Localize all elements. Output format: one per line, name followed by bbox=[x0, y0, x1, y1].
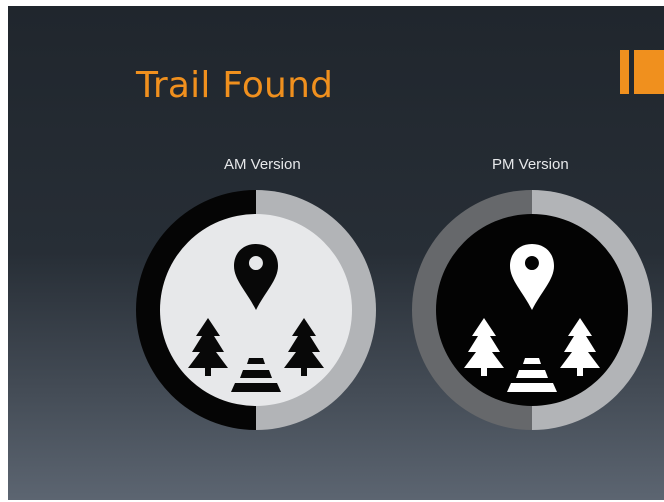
pm-trail-badge bbox=[412, 190, 652, 430]
slide: Trail Found AM Version PM Version bbox=[8, 6, 664, 500]
pm-version-label: PM Version bbox=[492, 156, 569, 173]
slide-title: Trail Found bbox=[136, 65, 334, 106]
am-trail-badge bbox=[136, 190, 376, 430]
accent-block bbox=[634, 50, 664, 94]
am-version-label: AM Version bbox=[224, 156, 301, 173]
accent-bar bbox=[620, 50, 629, 94]
